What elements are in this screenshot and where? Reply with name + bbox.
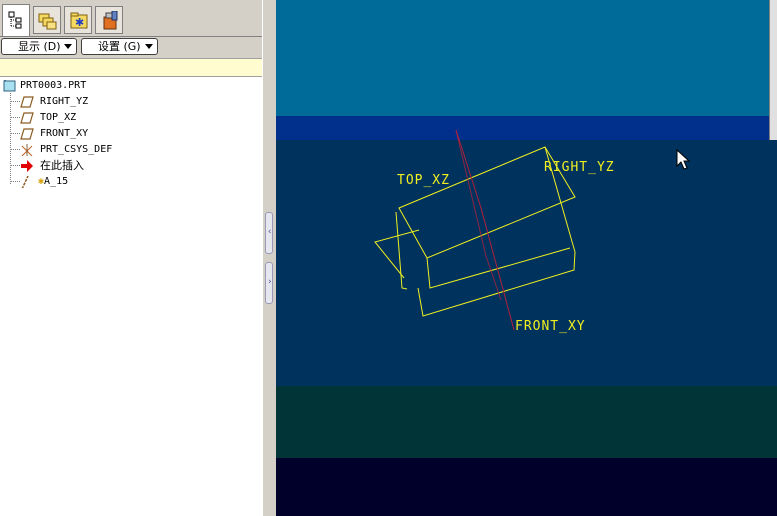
tree-item-label: ✱A_15 (38, 174, 68, 190)
datum-label-top-xz[interactable]: TOP_XZ (397, 173, 450, 188)
favorites-icon: ✱ (70, 12, 88, 29)
datum-plane-inner-edge[interactable] (426, 247, 571, 289)
chevron-down-icon (145, 44, 153, 49)
datum-axis-icon (21, 176, 29, 188)
navigator-toolbar: 显示 (D) 设置 (G) (0, 37, 262, 58)
show-menu-button[interactable]: 显示 (D) (1, 38, 77, 55)
settings-menu-label: 设置 (G) (98, 40, 141, 53)
chevron-right-icon: › (267, 277, 273, 287)
settings-menu-button[interactable]: 设置 (G) (81, 38, 158, 55)
tree-item-insert-here[interactable]: 在此插入 (0, 158, 250, 174)
datum-plane-icon (20, 128, 34, 140)
model-tree-tab[interactable] (2, 4, 30, 36)
tree-filter-bar[interactable] (0, 58, 262, 77)
tree-item-label: PRT_CSYS_DEF (40, 144, 113, 155)
collapse-left-handle[interactable]: ‹ (265, 212, 273, 254)
datum-plane-front-xy-edge[interactable] (374, 229, 420, 279)
chevron-down-icon (64, 44, 72, 49)
tree-item-top-xz[interactable]: TOP_XZ (0, 110, 250, 126)
favorites-tab[interactable]: ✱ (64, 6, 92, 34)
navigator-panel: ✱ 显示 (D) 设置 (G) PRT0003.PRT RIGHT_YZ TOP… (0, 0, 263, 516)
tree-item-label: PRT0003.PRT (20, 80, 87, 91)
tree-item-label-text: A_15 (44, 176, 69, 187)
tree-item-label: TOP_XZ (40, 112, 77, 123)
tree-item-csys[interactable]: PRT_CSYS_DEF (0, 142, 250, 158)
tree-item-root-part[interactable]: PRT0003.PRT (0, 78, 250, 94)
folder-browser-tab[interactable] (33, 6, 61, 34)
datum-plane-icon (20, 96, 34, 108)
insert-here-arrow-icon (21, 160, 33, 172)
datum-axis-a15[interactable] (455, 129, 515, 331)
datum-plane-icon (20, 112, 34, 124)
panel-splitter[interactable]: ‹ › (262, 0, 276, 516)
svg-text:✱: ✱ (75, 16, 84, 29)
datum-geometry (374, 129, 576, 331)
coordinate-system-icon (21, 144, 33, 156)
expand-right-handle[interactable]: › (265, 262, 273, 304)
mouse-pointer-icon (676, 149, 690, 170)
model-tree: PRT0003.PRT RIGHT_YZ TOP_XZ FRONT_XY PRT… (0, 78, 262, 516)
tree-item-label: FRONT_XY (40, 128, 89, 139)
graphics-viewport[interactable]: TOP_XZ RIGHT_YZ FRONT_XY (276, 0, 777, 516)
datum-label-front-xy[interactable]: FRONT_XY (515, 319, 586, 334)
show-menu-label: 显示 (D) (18, 40, 61, 53)
tree-item-front-xy[interactable]: FRONT_XY (0, 126, 250, 142)
tree-item-axis-a15[interactable]: ✱A_15 (0, 174, 250, 190)
folder-browser-icon (38, 13, 57, 30)
connections-tab[interactable] (95, 6, 123, 34)
tree-item-right-yz[interactable]: RIGHT_YZ (0, 94, 250, 110)
navigator-tab-strip: ✱ (0, 0, 262, 37)
tree-item-label: 在此插入 (40, 159, 84, 172)
datum-label-right-yz[interactable]: RIGHT_YZ (544, 160, 615, 175)
part-icon (3, 80, 16, 92)
datum-plane-front-xy[interactable] (395, 211, 408, 290)
connections-icon (103, 11, 118, 30)
chevron-left-icon: ‹ (267, 227, 273, 237)
tree-item-label: RIGHT_YZ (40, 96, 89, 107)
model-tree-icon (8, 11, 22, 29)
